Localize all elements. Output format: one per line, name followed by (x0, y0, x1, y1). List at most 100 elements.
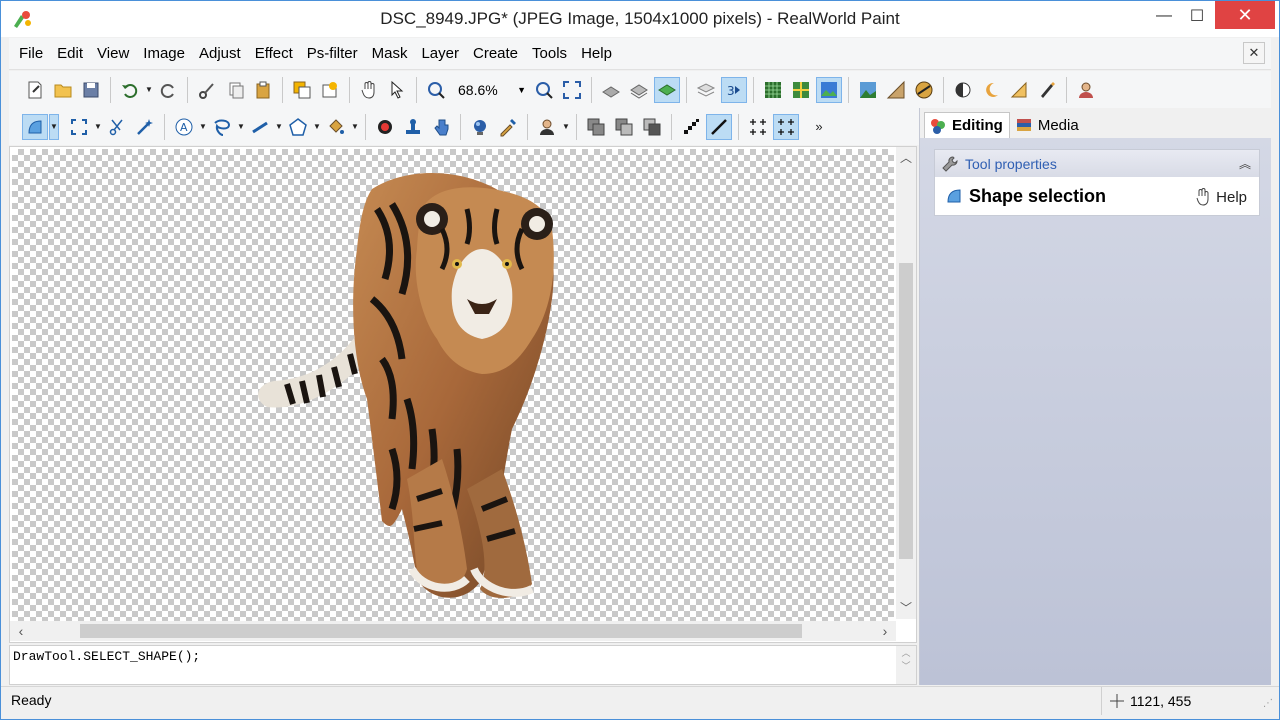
grid-button[interactable] (760, 77, 786, 103)
scroll-right-icon[interactable]: › (876, 621, 894, 641)
toolbar-overflow-button[interactable]: » (814, 114, 824, 140)
subtract-mode-button[interactable] (611, 114, 637, 140)
layer-flat-button[interactable] (598, 77, 624, 103)
portrait-tool[interactable] (534, 114, 560, 140)
stamp-tool[interactable] (400, 114, 426, 140)
resize-grip-icon[interactable]: ⋰ (1263, 698, 1275, 710)
window-title: DSC_8949.JPG* (JPEG Image, 1504x1000 pix… (380, 9, 900, 28)
fit-window-button[interactable] (559, 77, 585, 103)
text-tool[interactable]: A (171, 114, 197, 140)
layer-color-button[interactable] (654, 76, 680, 103)
set-square-button[interactable] (1006, 77, 1032, 103)
moon-button[interactable] (978, 77, 1004, 103)
contrast-button[interactable] (950, 77, 976, 103)
undo-button[interactable] (117, 77, 143, 103)
script-scrollbar[interactable]: ︿ ﹀ (896, 646, 916, 684)
zoom-combobox[interactable]: 68.6% ▼ (450, 78, 530, 102)
menu-help[interactable]: Help (574, 45, 619, 62)
magic-wand-tool[interactable] (132, 114, 158, 140)
menu-create[interactable]: Create (466, 45, 525, 62)
polygon-dropdown[interactable]: ▼ (312, 114, 322, 140)
scroll-down-icon[interactable]: ﹀ (896, 599, 916, 617)
landscape-button[interactable] (855, 77, 881, 103)
shape-selection-tool[interactable] (22, 113, 48, 140)
collapse-icon[interactable]: ︽ (1239, 155, 1251, 172)
horizontal-scrollbar[interactable]: ‹ › (10, 621, 896, 641)
undo-dropdown[interactable]: ▼ (144, 77, 154, 103)
menu-effect[interactable]: Effect (248, 45, 300, 62)
script-code[interactable]: DrawTool.SELECT_SHAPE(); (13, 649, 200, 664)
tool-properties-header[interactable]: Tool properties ︽ (935, 150, 1259, 177)
shape-selection-dropdown[interactable]: ▼ (49, 113, 59, 140)
menu-adjust[interactable]: Adjust (192, 45, 248, 62)
layer-group-button[interactable] (693, 77, 719, 103)
crop-tool[interactable] (104, 114, 130, 140)
text-dropdown[interactable]: ▼ (198, 114, 208, 140)
tiles-button[interactable] (788, 77, 814, 103)
polygon-tool[interactable] (285, 114, 311, 140)
horizontal-scroll-thumb[interactable] (80, 624, 802, 638)
menu-image[interactable]: Image (136, 45, 192, 62)
copy-button[interactable] (222, 77, 248, 103)
image-canvas[interactable] (12, 149, 894, 621)
user-button[interactable] (1073, 77, 1099, 103)
vertical-scrollbar[interactable]: ︿ ﹀ (896, 147, 916, 619)
menu-view[interactable]: View (90, 45, 136, 62)
pointer-button[interactable] (384, 77, 410, 103)
intersect-mode-button[interactable] (639, 114, 665, 140)
snap-on-button[interactable] (773, 113, 799, 140)
line-dropdown[interactable]: ▼ (274, 114, 284, 140)
lasso-dropdown[interactable]: ▼ (236, 114, 246, 140)
document-close-button[interactable]: ✕ (1243, 42, 1265, 64)
scroll-up-icon[interactable]: ︿ (896, 149, 916, 167)
menu-tools[interactable]: Tools (525, 45, 574, 62)
red-eye-tool[interactable] (372, 114, 398, 140)
union-mode-button[interactable] (583, 114, 609, 140)
close-button[interactable]: ✕ (1215, 1, 1275, 29)
save-icon (83, 82, 99, 97)
snap-off-button[interactable] (745, 114, 771, 140)
line-tool[interactable] (247, 114, 273, 140)
pixel-mode-button[interactable] (678, 114, 704, 140)
tab-editing[interactable]: Editing (924, 112, 1010, 138)
zoom-in-button[interactable] (531, 77, 557, 103)
hand-tool-button[interactable] (356, 77, 382, 103)
resize-button[interactable] (317, 77, 343, 103)
paste-button[interactable] (250, 77, 276, 103)
script-console[interactable]: DrawTool.SELECT_SHAPE(); ︿ ﹀ (9, 645, 917, 685)
portrait-dropdown[interactable]: ▼ (561, 114, 571, 140)
vertical-scroll-thumb[interactable] (899, 263, 913, 559)
toolbar-separator (527, 113, 528, 140)
menu-layer[interactable]: Layer (414, 45, 466, 62)
pen-button[interactable] (1034, 77, 1060, 103)
zoom-out-button[interactable] (423, 77, 449, 103)
new-file-button[interactable] (22, 77, 48, 103)
save-button[interactable] (78, 77, 104, 103)
fill-tool[interactable] (323, 114, 349, 140)
open-file-button[interactable] (50, 77, 76, 103)
perspective-button[interactable] (883, 77, 909, 103)
redo-button[interactable] (155, 77, 181, 103)
menu-edit[interactable]: Edit (50, 45, 90, 62)
duplicate-button[interactable] (289, 77, 315, 103)
help-link[interactable]: Help (1194, 188, 1247, 206)
layer-stack-button[interactable] (626, 77, 652, 103)
menu-file[interactable]: File (9, 45, 50, 62)
tab-media[interactable]: Media (1010, 112, 1086, 138)
antialias-mode-button[interactable] (706, 113, 732, 140)
eyedropper-tool[interactable] (495, 114, 521, 140)
animation-button[interactable]: 3 (721, 76, 747, 103)
rect-select-dropdown[interactable]: ▼ (93, 114, 103, 140)
menu-ps-filter[interactable]: Ps-filter (300, 45, 365, 62)
smudge-tool[interactable] (428, 114, 454, 140)
lasso-tool[interactable] (209, 114, 235, 140)
image-view-button[interactable] (816, 76, 842, 103)
cut-button[interactable] (194, 77, 220, 103)
menu-mask[interactable]: Mask (365, 45, 415, 62)
sphere-tool[interactable] (467, 114, 493, 140)
fill-dropdown[interactable]: ▼ (350, 114, 360, 140)
maximize-button[interactable]: ☐ (1174, 1, 1220, 31)
rect-select-tool[interactable] (66, 114, 92, 140)
filmstrip-button[interactable] (911, 77, 937, 103)
scroll-left-icon[interactable]: ‹ (12, 621, 30, 641)
